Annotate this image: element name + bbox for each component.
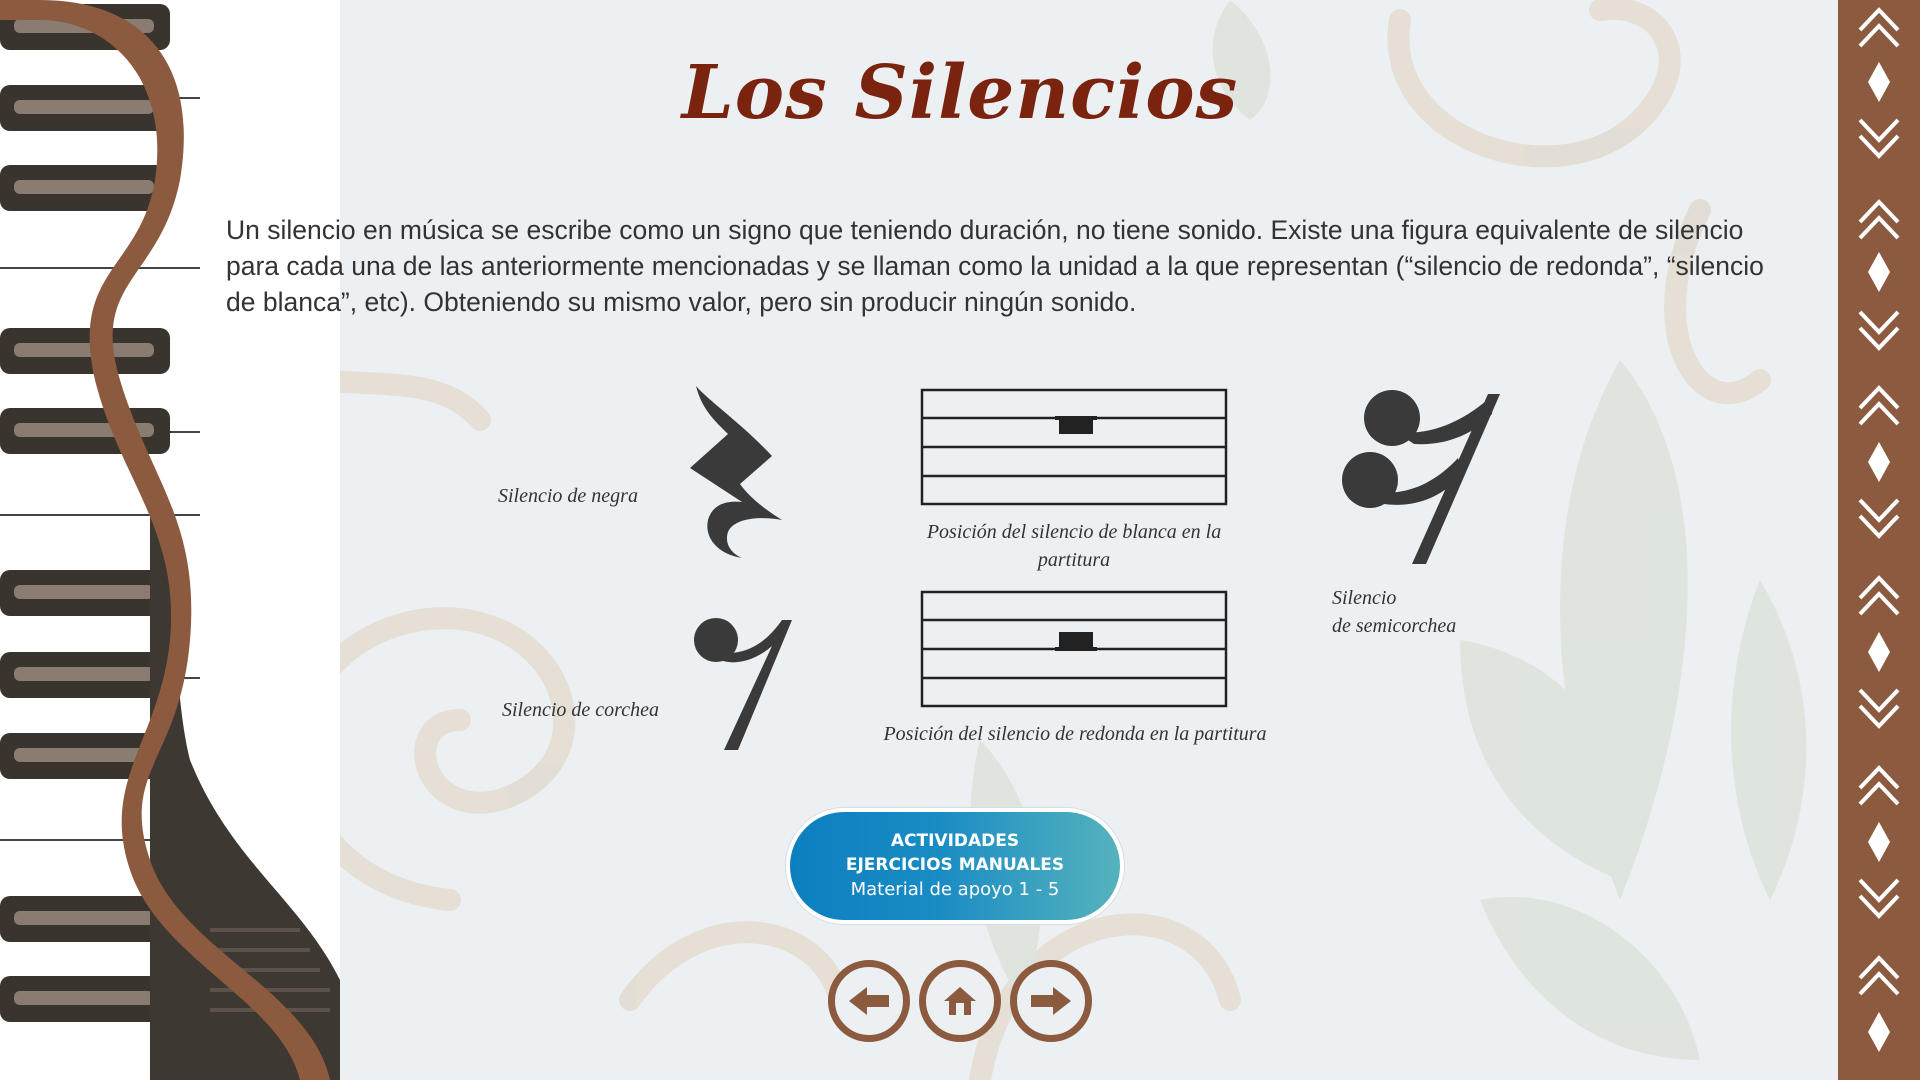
half-rest-staff [920, 388, 1228, 506]
piano-keys-decoration [0, 0, 340, 1080]
right-border-pattern [1838, 0, 1920, 1080]
activities-button[interactable]: ACTIVIDADES EJERCICIOS MANUALES Material… [786, 808, 1124, 924]
back-button[interactable] [828, 960, 910, 1042]
sixteenth-rest-icon [1342, 390, 1500, 564]
half-rest-caption: Posición del silencio de blanca en la pa… [926, 521, 1222, 571]
arrow-left-icon [849, 987, 889, 1015]
sixteenth-rest-label-line2: de semicorchea [1332, 615, 1457, 637]
intro-paragraph: Un silencio en música se escribe como un… [226, 215, 1764, 317]
quarter-rest-label: Silencio de negra [498, 485, 638, 507]
sixteenth-rest-label-line1: Silencio [1332, 587, 1397, 609]
home-icon [944, 987, 976, 1015]
sixteenth-rest-label: Silencio de semicorchea [1332, 584, 1456, 640]
whole-rest-staff [920, 590, 1228, 708]
eighth-rest-label: Silencio de corchea [502, 699, 659, 721]
eighth-rest-icon [694, 618, 792, 750]
whole-rest-caption: Posición del silencio de redonda en la p… [883, 723, 1267, 745]
arrow-right-icon [1031, 987, 1071, 1015]
activities-button-subtitle: EJERCICIOS MANUALES [845, 855, 1065, 875]
page-title: Los Silencios [681, 50, 1239, 136]
quarter-rest-icon [690, 386, 782, 558]
activities-button-material: Material de apoyo 1 - 5 [850, 879, 1060, 900]
home-button[interactable] [919, 960, 1001, 1042]
next-button[interactable] [1010, 960, 1092, 1042]
activities-button-title: ACTIVIDADES [890, 831, 1020, 851]
